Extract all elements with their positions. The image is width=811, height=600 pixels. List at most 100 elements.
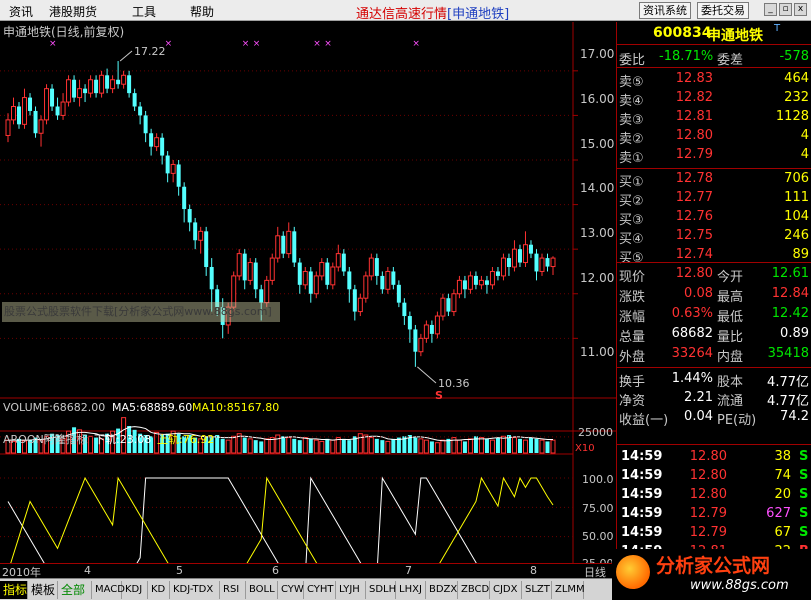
volume-bar (550, 439, 556, 454)
tick-price: 12.79 (689, 525, 727, 540)
volume-bar (259, 441, 264, 453)
tab-kdjtdx[interactable]: KDJ-TDX (170, 581, 220, 599)
candle-body (116, 79, 121, 85)
candle-body (187, 209, 192, 223)
aroon-label-100: 100.0 (582, 473, 614, 486)
maximize-icon[interactable]: ▫ (779, 3, 792, 16)
info-system-button[interactable]: 资讯系统 (639, 2, 691, 19)
tab-lhxj[interactable]: LHXJ (396, 581, 426, 599)
candle-body (478, 279, 484, 286)
volume-bar (500, 435, 506, 454)
volume-bar (517, 438, 522, 453)
tab-rsi[interactable]: RSI (220, 581, 246, 599)
tab-cyw[interactable]: CYW (278, 581, 304, 599)
candle-body (456, 279, 462, 295)
volume-bar (225, 439, 231, 454)
signal-x-marker: × (49, 39, 57, 49)
close-icon[interactable]: x (794, 3, 807, 16)
volume-bar (489, 439, 495, 454)
bid-level-label: 买④ (619, 232, 644, 247)
tab-all[interactable]: 全部 (58, 581, 92, 599)
candle-body (22, 97, 28, 125)
weibi-value: -18.71% (659, 49, 714, 64)
candle-body (72, 79, 77, 98)
ask-level-label: 卖① (619, 151, 644, 166)
volume-bar (88, 435, 94, 454)
tab-template[interactable]: 模板 (28, 581, 58, 599)
signal-x-marker: × (242, 39, 250, 49)
candle-body (105, 75, 110, 89)
tab-indicator[interactable]: 指标 (0, 581, 28, 599)
volume-header-label: VOLUME:68682.00 (3, 401, 105, 414)
chart-area[interactable]: × × × × × × × 申通地铁(日线,前复权) 17.00 16.00 15.00 1… (0, 22, 616, 578)
stat-label: 量比 (717, 330, 744, 345)
candle-body (528, 244, 533, 254)
candle-body (517, 249, 522, 263)
price-label-14: 14.00 (580, 181, 614, 195)
stat-value: 33264 (671, 346, 713, 361)
minimize-icon[interactable]: _ (764, 3, 777, 16)
tick-volume: 20 (774, 487, 791, 502)
price-label-16: 16.00 (580, 92, 614, 106)
menu-item-help[interactable]: 帮助 (190, 3, 214, 20)
date-label-jun: 6 (272, 564, 279, 577)
stat-value: 12.84 (771, 286, 809, 301)
menu-item-hk-futures[interactable]: 港股期货 (49, 3, 97, 20)
tab-boll[interactable]: BOLL (246, 581, 278, 599)
tick-volume: 74 (774, 468, 791, 483)
price-label-15: 15.00 (580, 137, 614, 151)
tab-cyht[interactable]: CYHT (304, 581, 336, 599)
candle-body (402, 302, 407, 317)
trade-button[interactable]: 委托交易 (697, 2, 749, 19)
aroon-up-line (7, 476, 554, 577)
tick-volume: 627 (766, 506, 791, 521)
candle-body (165, 155, 170, 174)
volume-bar (374, 438, 379, 453)
stat2-label: 净资 (619, 394, 646, 409)
tab-bdzx[interactable]: BDZX (426, 581, 458, 599)
menu-item-tools[interactable]: 工具 (132, 3, 156, 20)
sell-marker: S (435, 389, 443, 402)
candle-body (374, 258, 379, 276)
ask-volume: 4 (800, 147, 809, 162)
tab-cjdx[interactable]: CJDX (490, 581, 522, 599)
menu-item-news[interactable]: 资讯 (9, 3, 33, 20)
volume-bar (264, 438, 270, 454)
bid-volume: 111 (784, 190, 809, 205)
volume-bar (440, 439, 446, 454)
volume-bar (522, 439, 528, 454)
volume-bar (242, 437, 247, 453)
volume-bar (391, 438, 396, 453)
volume-axis-label: 25000 (578, 426, 613, 439)
tick-side: S (799, 449, 809, 464)
candle-body (467, 275, 473, 290)
candle-body (385, 270, 391, 290)
menu-bar: 资讯 港股期货 工具 帮助 通达信高速行情[申通地铁] 资讯系统 委托交易 _ … (0, 0, 811, 22)
tick-time: 14:59 (621, 449, 663, 464)
signal-x-marker: × (324, 39, 332, 49)
tick-time: 14:59 (621, 468, 663, 483)
volume-bar (220, 438, 225, 453)
tab-zbcd[interactable]: ZBCD (458, 581, 490, 599)
candle-body (247, 262, 253, 281)
tab-slzt[interactable]: SLZT (522, 581, 552, 599)
bid-level-label: 买② (619, 194, 644, 209)
tab-kdj[interactable]: KDJ (122, 581, 148, 599)
signal-markers: × × × × × × × (49, 39, 420, 49)
tab-kd[interactable]: KD (148, 581, 170, 599)
volume-bar (281, 436, 286, 453)
price-grid (0, 70, 578, 339)
volume-bar (292, 438, 297, 453)
candle-body (313, 275, 319, 295)
candle-body (94, 79, 99, 94)
tab-zlmm[interactable]: ZLMM (552, 581, 585, 599)
tick-side: S (799, 487, 809, 502)
stat-value: 12.61 (771, 266, 809, 281)
tab-macd[interactable]: MACD (92, 581, 125, 599)
candle-body (407, 316, 412, 330)
candle-body (473, 275, 478, 285)
tab-sdlh[interactable]: SDLH (366, 581, 396, 599)
chart-header: 申通地铁(日线,前复权) (3, 24, 124, 39)
candle-body (423, 324, 429, 339)
tab-lyjh[interactable]: LYJH (336, 581, 366, 599)
